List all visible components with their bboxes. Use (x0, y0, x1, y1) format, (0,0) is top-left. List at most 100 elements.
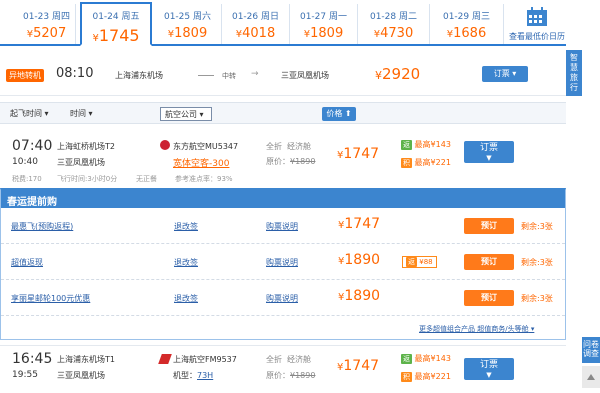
date-tab-0129[interactable]: 01-29 周三 ¥1686 (430, 4, 504, 44)
time-slot-filter[interactable]: 时间 ▾ (66, 107, 102, 121)
promo-product-link[interactable]: 享丽星邮轮100元优惠 (11, 293, 90, 304)
cashback-icon: 返 (401, 354, 412, 364)
date-tab-0123[interactable]: 01-23 周四 ¥5207 (18, 4, 76, 44)
meal: 无正餐 (136, 175, 157, 183)
promo-product-link[interactable]: 最惠飞(预购返程) (11, 221, 73, 232)
arrow-right-icon: → (251, 69, 259, 79)
promo-price: 1890 (344, 288, 381, 304)
cashback-value: ¥143 (430, 354, 451, 363)
chevron-down-icon: ▼ (486, 154, 492, 162)
date-tab-0127[interactable]: 01-27 周一 ¥1809 (290, 4, 358, 44)
date-tab-0126[interactable]: 01-26 周日 ¥4018 (222, 4, 290, 44)
airline-filter[interactable]: 航空公司 ▾ (160, 107, 212, 121)
date-tab-0125[interactable]: 01-25 周六 ¥1809 (154, 4, 222, 44)
promo-header: 春运提前购 (1, 190, 565, 208)
flight-price: 1747 (343, 146, 380, 162)
duration: 飞行时间:3小时0分 (57, 175, 118, 183)
seats-left: 剩余:3张 (521, 222, 553, 231)
dep-time: 16:45 (12, 351, 53, 367)
book-label: 订票 (493, 69, 510, 78)
promo-product-link[interactable]: 超值返现 (11, 257, 43, 268)
transfer-badge: 异地转机 (6, 69, 44, 82)
aircraft-promo[interactable]: 宽体空客-300 (173, 156, 229, 169)
discount: 全折 (266, 142, 282, 151)
cabin: 经济舱 (287, 142, 311, 151)
date-strip: 01-23 周四 ¥5207 01-24 周五 ¥1745 01-25 周六 ¥… (0, 0, 566, 46)
arr-time: 10:40 (12, 157, 38, 167)
smart-travel-label: 智慧旅行 (570, 53, 578, 92)
date-price: 4730 (380, 26, 414, 41)
arr-time: 19:55 (12, 370, 38, 380)
date-label: 01-28 周二 (369, 12, 417, 22)
flight-price: 1747 (343, 358, 380, 374)
transfer-flight-row: 异地转机 08:10 上海浦东机场 中转 → 三亚凤凰机场 ¥2920 订票 ▾ (0, 52, 566, 96)
transfer-book-button[interactable]: 订票 ▾ (482, 66, 528, 82)
reserve-button[interactable]: 预订 (464, 218, 514, 234)
filter-label: 航空公司 (165, 110, 197, 119)
date-price: 4018 (242, 26, 276, 41)
lowest-price-calendar-button[interactable]: 查看最低价日历 (508, 4, 566, 44)
transfer-via: 中转 (222, 72, 236, 80)
date-label: 01-23 周四 (22, 12, 70, 22)
orig-price-label: 原价： (266, 157, 290, 166)
cashback-value: ¥88 (419, 258, 433, 266)
points-label: 最高 (414, 158, 431, 167)
refund-rule-link[interactable]: 退改签 (174, 257, 198, 268)
transfer-from: 上海浦东机场 (115, 71, 163, 80)
refund-rule-link[interactable]: 退改签 (174, 293, 198, 304)
reserve-button[interactable]: 预订 (464, 254, 514, 270)
purchase-note-link[interactable]: 购票说明 (266, 221, 298, 232)
airline-flight: 东方航空MU5347 (173, 142, 239, 151)
promo-row: 享丽星邮轮100元优惠 退改签 购票说明 ¥1890 预订 剩余:3张 (1, 280, 565, 316)
cashback-label: 最高 (414, 354, 431, 363)
cashback-icon: 返 (406, 257, 417, 267)
depart-time-filter[interactable]: 起飞时间 ▾ (6, 107, 62, 121)
discount: 全折 (266, 355, 282, 364)
back-to-top-button[interactable] (582, 366, 600, 388)
model-label: 机型： (173, 371, 197, 380)
chevron-down-icon: ▼ (486, 371, 492, 379)
promo-price: 1890 (344, 252, 381, 268)
date-tab-0128[interactable]: 01-28 周二 ¥4730 (358, 4, 430, 44)
more-products-link[interactable]: 更多超值组合产品 超值商务/头等舱 ▾ (419, 324, 534, 334)
route-line (198, 75, 214, 76)
date-label: 01-29 周三 (442, 12, 490, 22)
flight-row-fm9537: 16:45 上海浦东机场T1 19:55 三亚凤凰机场 上海航空FM9537 机… (0, 345, 566, 393)
filter-label: 时间 (70, 109, 86, 118)
date-price: 1745 (98, 26, 140, 45)
airline-flight: 上海航空FM9537 (173, 355, 237, 364)
date-price: 1809 (310, 26, 344, 41)
points-icon: 积 (401, 158, 412, 168)
transfer-time: 08:10 (56, 66, 94, 81)
transfer-price: 2920 (382, 65, 421, 83)
date-price: 5207 (33, 26, 67, 41)
promo-row: 超值返现 退改签 购票说明 ¥1890 返 ¥88 预订 剩余:3张 (1, 244, 565, 280)
points-value: ¥221 (430, 158, 451, 167)
orig-price-label: 原价： (266, 371, 290, 380)
flight-book-button[interactable]: 订票 ▼ (464, 358, 514, 380)
seats-left: 剩余:3张 (521, 258, 553, 267)
calendar-label: 查看最低价日历 (509, 32, 565, 41)
date-tab-0124-selected[interactable]: 01-24 周五 ¥1745 (80, 2, 152, 46)
points-label: 最高 (414, 372, 431, 381)
cabin: 经济舱 (287, 355, 311, 364)
arr-airport: 三亚凤凰机场 (57, 371, 105, 380)
price-sort-button[interactable]: 价格 ⬆ (322, 107, 356, 121)
feedback-tab[interactable]: 问卷调查 (582, 337, 600, 363)
dep-time: 07:40 (12, 138, 53, 154)
shanghai-airlines-logo-icon (158, 354, 172, 364)
date-label: 01-27 周一 (299, 12, 347, 22)
purchase-note-link[interactable]: 购票说明 (266, 257, 298, 268)
filter-bar: 起飞时间 ▾ 时间 ▾ 航空公司 ▾ 价格 ⬆ (0, 102, 566, 124)
dep-airport: 上海浦东机场T1 (57, 355, 115, 364)
arr-airport: 三亚凤凰机场 (57, 158, 105, 167)
date-label: 01-26 周日 (231, 12, 279, 22)
aircraft-model-link[interactable]: 73H (197, 371, 213, 380)
purchase-note-link[interactable]: 购票说明 (266, 293, 298, 304)
reserve-button[interactable]: 预订 (464, 290, 514, 306)
refund-rule-link[interactable]: 退改签 (174, 221, 198, 232)
china-eastern-logo-icon (160, 140, 170, 150)
smart-travel-tab[interactable]: 智慧旅行 (566, 50, 582, 96)
cashback-label: 最高 (414, 140, 431, 149)
flight-book-button[interactable]: 订票 ▼ (464, 141, 514, 163)
